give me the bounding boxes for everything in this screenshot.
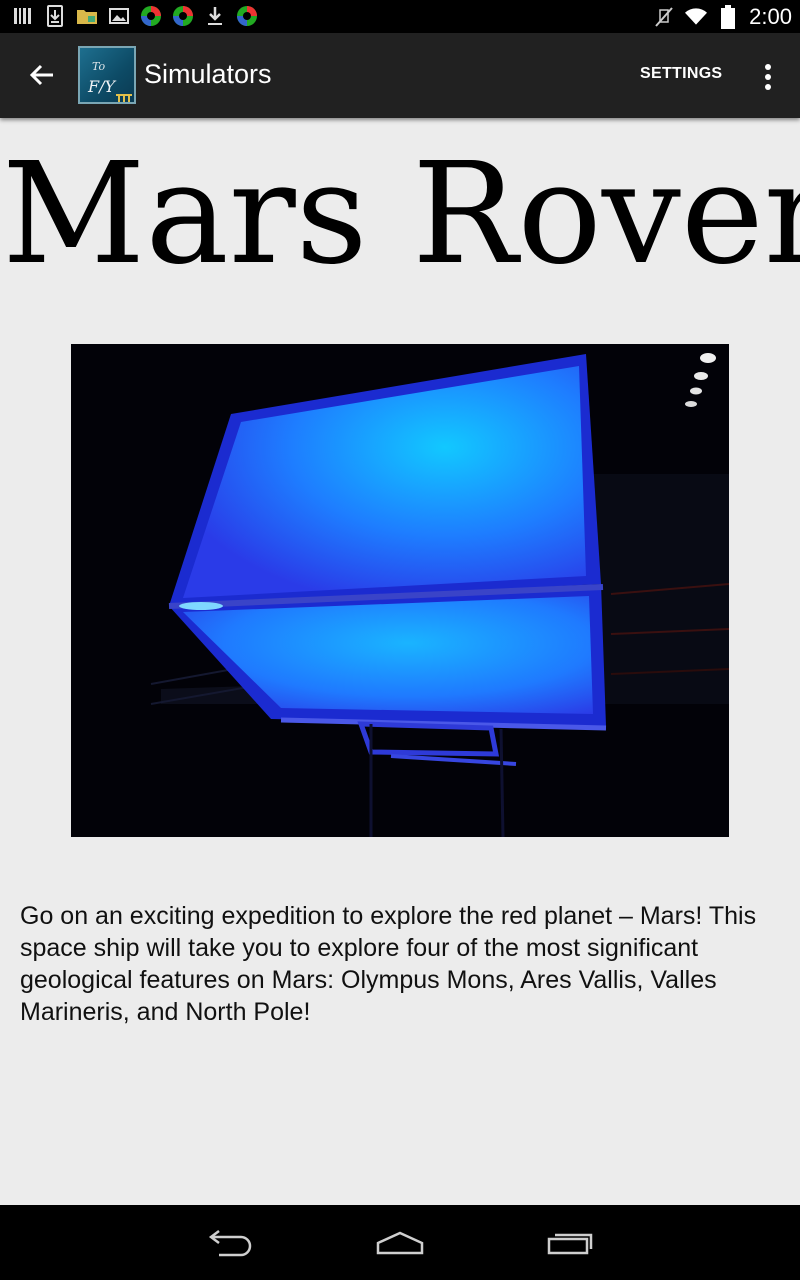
nav-recents-button[interactable] [540, 1223, 600, 1263]
simulator-photo [71, 344, 729, 837]
notification-icons [12, 5, 258, 27]
action-bar: To F/Y Simulators SETTINGS [0, 33, 800, 118]
status-bar: 2:00 [0, 0, 800, 33]
mute-icon [653, 6, 675, 28]
more-vert-icon-dot [765, 84, 771, 90]
nav-back-button[interactable] [200, 1223, 260, 1263]
arrow-back-icon [29, 64, 53, 86]
battery-icon [717, 5, 739, 29]
back-button[interactable] [22, 55, 62, 95]
more-vert-icon-dot [765, 74, 771, 80]
navigation-bar [0, 1205, 800, 1280]
nav-back-icon [208, 1230, 252, 1257]
page-title: Mars Rover [2, 133, 800, 296]
clock: 2:00 [749, 4, 792, 29]
home-icon [376, 1231, 424, 1255]
app-title: Simulators [144, 59, 272, 89]
barcode-icon [12, 5, 34, 27]
sim-download-icon [44, 5, 66, 27]
svg-text:F/Y: F/Y [87, 77, 116, 96]
folder-icon [76, 5, 98, 27]
app-circle-icon [140, 5, 162, 27]
image-icon [108, 5, 130, 27]
nav-home-button[interactable] [370, 1223, 430, 1263]
settings-button[interactable]: SETTINGS [640, 65, 722, 83]
svg-text:To: To [92, 60, 105, 73]
system-status: 2:00 [653, 4, 792, 30]
app-circle-icon [172, 5, 194, 27]
simulator-description: Go on an exciting expedition to explore … [20, 902, 757, 1026]
wifi-icon [685, 6, 708, 28]
overflow-menu-button[interactable] [752, 57, 784, 97]
app-logo: To F/Y [78, 46, 136, 104]
app-circle-icon [236, 5, 258, 27]
more-vert-icon [765, 64, 771, 70]
recents-icon [547, 1233, 593, 1255]
download-icon [204, 5, 226, 27]
